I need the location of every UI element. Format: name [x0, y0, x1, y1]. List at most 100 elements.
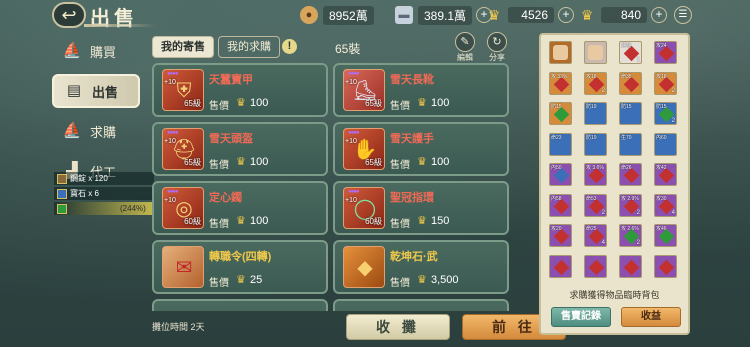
gold-ingot-icon: ♛	[236, 215, 246, 227]
earnings-button[interactable]: 收益	[621, 307, 681, 327]
bag-slot[interactable]: 攻 33%	[549, 71, 572, 95]
bag-slot[interactable]: 命26	[619, 163, 642, 186]
price-label: 售價	[209, 160, 229, 171]
stone-icon: ◆	[343, 246, 385, 288]
bag-slot[interactable]: 防15	[549, 102, 572, 125]
back-icon[interactable]: ↩	[52, 2, 86, 28]
currency-value: 4526	[508, 7, 554, 23]
item-icon	[57, 188, 67, 199]
bag-slot[interactable]: 防15	[619, 102, 642, 125]
bag-slot[interactable]: 攻18 2	[584, 71, 607, 95]
currency-value: 389.1萬	[418, 5, 473, 25]
sidebar-item-buy[interactable]: ⛵ 購買	[52, 34, 140, 68]
slot-tag: 內60	[656, 134, 667, 141]
boots-icon: ●●●● ⛸ +10 65級	[343, 69, 385, 111]
currency-copper: ● 8952萬	[300, 5, 374, 25]
list-item: 鋼錠 x 120	[54, 172, 154, 185]
slot-tag: 防15	[656, 104, 667, 110]
bag-slot[interactable]: 命53 2	[584, 193, 607, 217]
price-label: 售價	[209, 101, 229, 112]
info-icon[interactable]: !	[282, 39, 297, 54]
close-stall-button[interactable]: 收 攤	[346, 314, 450, 340]
bag-slot[interactable]	[549, 41, 572, 64]
buy-icon: ⛵	[62, 42, 82, 59]
item-price: 100	[431, 97, 450, 109]
sidebar-item-request[interactable]: ⛵ 求購	[52, 114, 140, 148]
currency-silver: ▬ 389.1萬 +	[395, 5, 493, 25]
item-card[interactable]	[333, 299, 509, 311]
floating-reward-list: 鋼錠 x 120 寶石 x 6 (244%)	[54, 172, 154, 217]
tab-bar: 我的寄售 我的求購	[152, 36, 284, 58]
bag-slot[interactable]: 攻20	[549, 224, 572, 247]
currency-value: 840	[601, 7, 647, 23]
item-card[interactable]: ●●●● ⛑ +10 65級 雪天頭盔 售價 ♛ 100	[152, 122, 328, 176]
item-card[interactable]: ●●●● ✋ +10 65級 雪天護手 售價 ♛ 100	[333, 122, 509, 176]
item-card[interactable]: ●●●● ⛸ +10 65級 雪天長靴 售價 ♛ 100	[333, 63, 509, 117]
item-card[interactable]: ●●●● ◯ +10 60級 聖冠指環 售價 ♛ 150	[333, 181, 509, 235]
bag-slot[interactable]: 命25 4	[584, 224, 607, 247]
slot-tag: 攻18	[656, 73, 667, 80]
add-gold-button[interactable]: +	[558, 7, 574, 23]
item-price: 25	[250, 274, 263, 286]
price-label: 售價	[390, 219, 410, 230]
slot-tag: 攻30	[656, 195, 667, 202]
item-card[interactable]: ●●●● ◎ +10 60級 定心鐲 售價 ♛ 100	[152, 181, 328, 235]
edit-label: 編輯	[457, 53, 473, 62]
bag-slot[interactable]: 速翻 1	[619, 41, 642, 64]
tab-my-consignment[interactable]: 我的寄售	[152, 36, 214, 58]
bag-slot[interactable]: 攻42	[654, 163, 677, 186]
bag-slot[interactable]: 命35	[619, 71, 642, 95]
bag-slot[interactable]: 防15 2	[654, 102, 677, 125]
slot-count: 2	[601, 87, 605, 94]
slot-tag: 生70	[621, 134, 632, 141]
bag-slot[interactable]	[654, 254, 677, 278]
bag-slot[interactable]	[619, 254, 642, 278]
item-icon	[57, 203, 67, 214]
sidebar-item-sell[interactable]: ▤ 出售	[52, 74, 140, 108]
bag-slot[interactable]: 攻 2.6% 2	[619, 224, 642, 247]
sale-record-button[interactable]: 售賣記錄	[551, 307, 611, 327]
bag-slot[interactable]: 攻 3.6%	[584, 163, 607, 186]
bag-slot[interactable]: 內50	[549, 163, 572, 186]
bag-slot[interactable]	[584, 254, 607, 278]
item-card[interactable]: ✉ 轉職令(四轉) 售價 ♛ 25	[152, 240, 328, 294]
bag-slot[interactable]: 生70	[619, 132, 642, 156]
tab-my-requests[interactable]: 我的求購	[218, 36, 280, 58]
slot-tag: 攻 33%	[551, 73, 568, 80]
item-price: 100	[250, 215, 269, 227]
bag-slot[interactable]: 攻 2.9% 2	[619, 193, 642, 217]
item-name: 乾坤石·武	[390, 251, 438, 263]
gold-ingot-icon: ♛	[417, 274, 427, 286]
slot-tag: 防15	[551, 104, 562, 110]
bag-slot[interactable]	[549, 254, 572, 278]
item-name: 雪天護手	[390, 133, 434, 145]
yuanbao-icon: ♛	[580, 6, 594, 23]
item-card[interactable]: ●●●● ⛨ +10 65級 天蠶寶甲 售價 ♛ 100	[152, 63, 328, 117]
bag-slot[interactable]: 防19	[584, 102, 607, 125]
slot-count: 2	[636, 209, 640, 216]
edit-button[interactable]: ✎ 編輯	[452, 32, 478, 63]
currency-yuanbao: ♛ 840 +	[578, 5, 667, 25]
top-bar: ↩ 出售 ● 8952萬 ▬ 389.1萬 + ♛ 4526 + ♛ 840 +…	[0, 0, 750, 30]
add-yuanbao-button[interactable]: +	[651, 7, 667, 23]
share-label: 分享	[489, 53, 505, 62]
item-card[interactable]	[152, 299, 328, 311]
price-label: 售價	[209, 219, 229, 230]
bag-slot[interactable]	[584, 41, 607, 64]
bag-slot[interactable]: 命23	[549, 132, 572, 156]
bag-slot[interactable]: 攻18 2	[654, 71, 677, 95]
menu-icon[interactable]: ☰	[674, 6, 692, 24]
share-button[interactable]: ↻ 分享	[484, 32, 510, 63]
bag-slot[interactable]: 攻24	[654, 41, 677, 64]
bag-slot[interactable]: 攻30 4	[654, 193, 677, 217]
title-underline	[84, 24, 156, 27]
slot-tag: 攻46	[656, 226, 667, 232]
slot-tag: 攻18	[586, 73, 597, 80]
bag-slot[interactable]: 攻46	[654, 224, 677, 247]
bag-slot[interactable]: 內58	[549, 193, 572, 217]
bag-slot[interactable]: 防19	[584, 132, 607, 156]
item-card[interactable]: ◆ 乾坤石·武 售價 ♛ 3,500	[333, 240, 509, 294]
edit-icon: ✎	[455, 32, 475, 52]
bag-caption: 求購獲得物品臨時背包	[569, 290, 660, 300]
bag-slot[interactable]: 內60	[654, 132, 677, 156]
